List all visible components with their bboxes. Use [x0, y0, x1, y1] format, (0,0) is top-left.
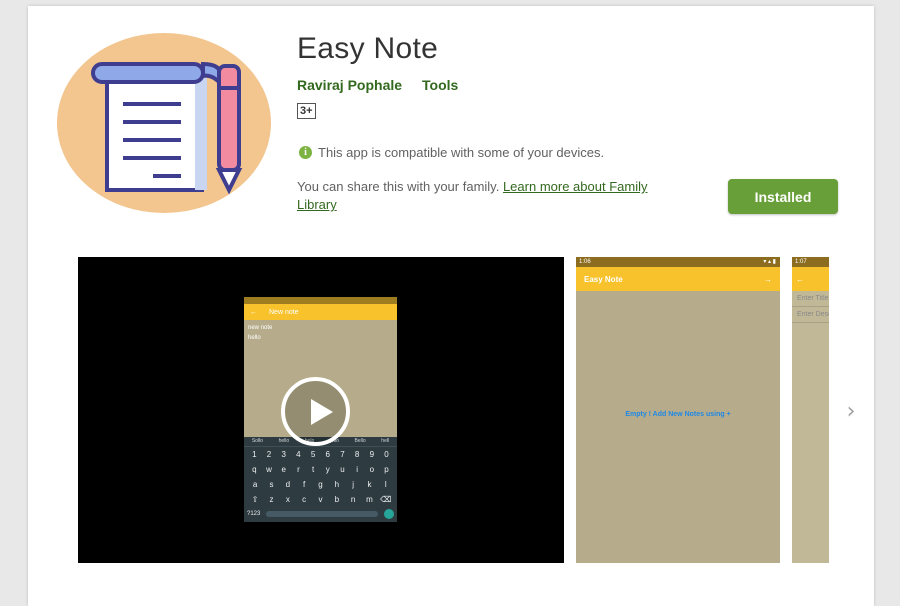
phone-note-body: hello: [248, 335, 261, 341]
video-preview[interactable]: ← New note new note hello Sollo hello help…: [78, 257, 564, 563]
back-arrow-icon: ←: [796, 274, 804, 284]
phone-toolbar-title: New note: [269, 308, 299, 316]
keyboard-key: u: [340, 465, 345, 474]
keyboard-key: ⇧: [251, 495, 259, 504]
installed-button[interactable]: Installed: [728, 179, 838, 214]
category-link[interactable]: Tools: [422, 77, 458, 93]
keyboard-key: k: [367, 480, 372, 489]
screenshot-time: 1:06: [579, 259, 591, 265]
family-text: You can share this with your family.: [297, 179, 500, 194]
keyboard-key: i: [356, 465, 359, 474]
keyboard-key: y: [325, 465, 330, 474]
keyboard-key: l: [384, 480, 387, 489]
keyboard-key: n: [350, 495, 356, 504]
keyboard-suggestion: Sollo: [251, 438, 263, 444]
title-field-placeholder: Enter Title: [792, 291, 829, 307]
keyboard-key: b: [334, 495, 340, 504]
keyboard-key: g: [318, 480, 323, 489]
keyboard-key: o: [369, 465, 375, 474]
keyboard-key: 0: [384, 450, 389, 459]
keyboard-row: qwe r t y u i op: [244, 462, 397, 477]
status-icons: ▾ ▴ ▮: [763, 259, 776, 265]
keyboard-key: j: [352, 480, 355, 489]
keyboard-key: q: [252, 465, 257, 474]
keyboard-key: t: [311, 465, 315, 474]
keyboard-suggestion: hello: [278, 438, 290, 444]
keyboard-key: 2: [266, 450, 272, 459]
keyboard-key: p: [384, 465, 389, 474]
chevron-right-icon[interactable]: ›: [840, 397, 862, 425]
keyboard-key: 8: [354, 450, 360, 459]
developer-link[interactable]: Raviraj Pophale: [297, 77, 402, 93]
phone-keyboard: Sollo hello help jello Bello hell 1234567890q…: [244, 437, 397, 522]
screenshot-1[interactable]: 1:06 ▾ ▴ ▮ Easy Note → Empty ! Add New N…: [576, 257, 780, 563]
keyboard-suggestion: hell: [381, 438, 390, 444]
phone-note-title: new note: [248, 325, 273, 331]
phone-app-bar: ← New note: [244, 304, 397, 320]
keyboard-key: 6: [325, 450, 330, 459]
keyboard-key: 3: [281, 450, 286, 459]
info-circle-icon: i: [299, 146, 312, 159]
screenshot-status-bar: 1:07: [792, 257, 829, 267]
forward-arrow-icon: →: [764, 274, 772, 284]
keyboard-key: a: [252, 480, 258, 489]
keyboard-key: 1: [252, 450, 257, 459]
keyboard-key: 4: [296, 450, 301, 459]
keyboard-key: f: [303, 480, 306, 489]
screenshot-2[interactable]: 1:07 ← Enter Title Enter Description: [792, 257, 829, 563]
family-library-notice: You can share this with your family. Lea…: [297, 178, 672, 214]
phone-status-bar: [244, 297, 397, 304]
app-details-card: Easy Note Raviraj Pophale Tools 3+ i Thi…: [28, 6, 874, 606]
screenshot-app-bar: ←: [792, 267, 829, 291]
screenshot-app-bar: Easy Note →: [576, 267, 780, 291]
keyboard-key: x: [285, 495, 290, 504]
keyboard-keys: 1 2 3 4 5 6 7 8 9 0 q w e r t y u i o p a s d f g h j k l ⇧ z x c v b n m ⌫: [244, 447, 397, 507]
keyboard-key: 7: [340, 450, 345, 459]
screenshot-app-title: Easy Note: [584, 274, 623, 284]
keyboard-row: ⇧ z x c v b n m ⌫: [244, 492, 397, 507]
description-field-placeholder: Enter Description: [792, 307, 829, 323]
keyboard-bottom-row: ?123: [244, 507, 397, 522]
app-title: Easy Note: [297, 32, 439, 65]
keyboard-key: h: [334, 480, 340, 489]
keyboard-symbols-key: ?123: [247, 511, 261, 517]
keyboard-suggestion: Bello: [354, 438, 366, 444]
notepad-and-pen-icon: [57, 33, 271, 213]
keyboard-key: ⌫: [380, 495, 392, 504]
keyboard-key: w: [266, 465, 272, 474]
keyboard-key: c: [302, 495, 307, 504]
back-arrow-icon: ←: [250, 308, 257, 316]
compatibility-text: This app is compatible with some of your…: [318, 145, 605, 160]
content-rating-badge: 3+: [297, 103, 316, 119]
keyboard-key: v: [318, 495, 323, 504]
keyboard-key: m: [366, 495, 373, 504]
empty-notes-message: Empty ! Add New Notes using +: [625, 411, 731, 418]
keyboard-row: 123 456 7890: [244, 447, 397, 462]
keyboard-key: z: [269, 495, 274, 504]
keyboard-key: s: [269, 480, 274, 489]
compatibility-notice: i This app is compatible with some of yo…: [299, 145, 604, 160]
play-icon[interactable]: [281, 377, 350, 446]
keyboard-row: asdfghjkl: [244, 477, 397, 492]
keyboard-key: 5: [310, 450, 316, 459]
screenshot-status-bar: 1:06 ▾ ▴ ▮: [576, 257, 780, 267]
screenshot-time: 1:07: [795, 259, 807, 265]
keyboard-key: r: [297, 465, 300, 474]
phone-note-content: new note hello: [244, 320, 397, 346]
keyboard-key: 9: [369, 450, 375, 459]
keyboard-key: d: [285, 480, 291, 489]
keyboard-key: e: [281, 465, 286, 474]
